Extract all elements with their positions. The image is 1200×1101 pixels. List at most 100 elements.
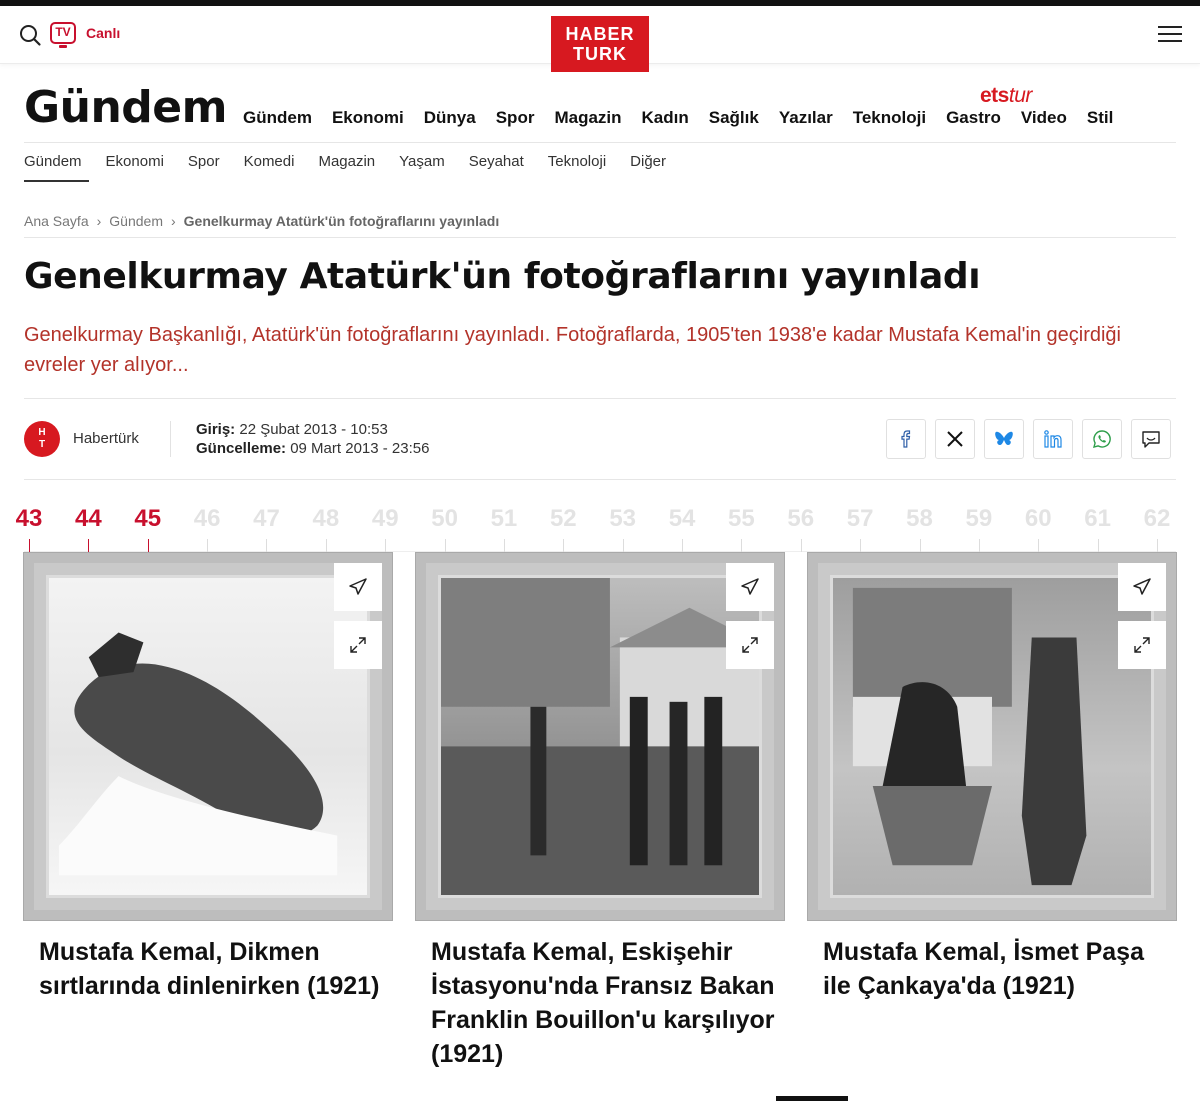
haberturk-logo[interactable]: HABER TURK — [551, 16, 649, 72]
pager-tick — [563, 539, 565, 552]
sub-nav: Gündem Ekonomi Spor Komedi Magazin Yaşam… — [24, 153, 690, 170]
pager-page-59[interactable]: 59 — [954, 505, 1004, 533]
pager-page-62[interactable]: 62 — [1132, 505, 1182, 533]
sub-nav-spor[interactable]: Spor — [188, 153, 220, 170]
pager-page-53[interactable]: 53 — [598, 505, 648, 533]
pager-page-48[interactable]: 48 — [301, 505, 351, 533]
main-nav-magazin[interactable]: Magazin — [554, 108, 621, 128]
pager-page-46[interactable]: 46 — [182, 505, 232, 533]
share-facebook-button[interactable] — [886, 419, 926, 459]
pager-page-43[interactable]: 43 — [4, 505, 54, 533]
pager-page-52[interactable]: 52 — [538, 505, 588, 533]
pager-page-45[interactable]: 45 — [123, 505, 173, 533]
main-nav-kadin[interactable]: Kadın — [642, 108, 689, 128]
share-photo-button[interactable] — [1118, 563, 1166, 611]
pager-page-47[interactable]: 47 — [241, 505, 291, 533]
etstur-logo[interactable]: etstur — [980, 84, 1032, 108]
divider — [24, 142, 1176, 143]
expand-icon — [1134, 637, 1150, 653]
pager-page-54[interactable]: 54 — [657, 505, 707, 533]
gallery-pager: 43 44 45 46 47 48 49 50 51 52 53 54 55 56 57 58 59 60 61 62 — [16, 505, 1176, 552]
pager-page-50[interactable]: 50 — [420, 505, 470, 533]
entry-date-label: Giriş: — [196, 421, 236, 438]
gallery-card: Mustafa Kemal, Eskişehir İstasyonu'nda F… — [415, 552, 785, 1071]
pager-page-57[interactable]: 57 — [835, 505, 885, 533]
pager-tick — [1038, 539, 1040, 552]
share-x-button[interactable] — [935, 419, 975, 459]
pager-tick — [207, 539, 209, 552]
entry-date-value: 22 Şubat 2013 - 10:53 — [239, 421, 388, 438]
sub-nav-komedi[interactable]: Komedi — [244, 153, 295, 170]
pager-page-49[interactable]: 49 — [360, 505, 410, 533]
sub-nav-seyahat[interactable]: Seyahat — [469, 153, 524, 170]
sub-nav-ekonomi[interactable]: Ekonomi — [106, 153, 164, 170]
pager-tick — [978, 539, 980, 552]
pager-tick — [741, 539, 743, 552]
gallery-card: Mustafa Kemal, Dikmen sırtlarında dinlen… — [23, 552, 393, 1003]
pager-tick — [1097, 539, 1099, 552]
pager-tick — [622, 539, 624, 552]
author-avatar[interactable]: H T — [24, 421, 60, 457]
pager-page-56[interactable]: 56 — [776, 505, 826, 533]
main-nav-video[interactable]: Video — [1021, 108, 1067, 128]
site-header: TV Canlı HABER TURK — [0, 6, 1200, 72]
main-nav-gundem[interactable]: Gündem — [243, 108, 312, 128]
main-nav-dunya[interactable]: Dünya — [424, 108, 476, 128]
main-nav-saglik[interactable]: Sağlık — [709, 108, 759, 128]
pager-baseline — [24, 551, 1176, 552]
breadcrumb: Ana Sayfa › Gündem › Genelkurmay Atatürk… — [24, 213, 499, 229]
sub-nav-diger[interactable]: Diğer — [630, 153, 666, 170]
pager-page-51[interactable]: 51 — [479, 505, 529, 533]
gallery-photo[interactable] — [807, 552, 1177, 921]
divider — [24, 237, 1176, 238]
pager-tick — [800, 539, 802, 552]
sub-nav-active-indicator — [24, 180, 89, 182]
pager-page-55[interactable]: 55 — [716, 505, 766, 533]
sub-nav-yasam[interactable]: Yaşam — [399, 153, 445, 170]
main-nav-stil[interactable]: Stil — [1087, 108, 1113, 128]
article-spot: Genelkurmay Başkanlığı, Atatürk'ün fotoğ… — [24, 324, 1122, 376]
share-whatsapp-button[interactable] — [1082, 419, 1122, 459]
breadcrumb-home[interactable]: Ana Sayfa — [24, 213, 89, 229]
photo-placeholder — [441, 578, 759, 895]
photo-placeholder — [58, 632, 338, 876]
bottom-scroll-indicator — [776, 1096, 848, 1101]
share-bluesky-button[interactable] — [984, 419, 1024, 459]
gallery-photo[interactable] — [415, 552, 785, 921]
main-nav-teknoloji[interactable]: Teknoloji — [853, 108, 926, 128]
divider — [24, 479, 1176, 480]
live-link[interactable]: Canlı — [86, 25, 120, 41]
sub-nav-magazin[interactable]: Magazin — [318, 153, 375, 170]
expand-photo-button[interactable] — [1118, 621, 1166, 669]
pager-page-44[interactable]: 44 — [63, 505, 113, 533]
sub-nav-gundem[interactable]: Gündem — [24, 153, 82, 170]
send-icon — [349, 578, 367, 595]
pager-page-60[interactable]: 60 — [1013, 505, 1063, 533]
share-comment-button[interactable] — [1131, 419, 1171, 459]
main-nav-ekonomi[interactable]: Ekonomi — [332, 108, 404, 128]
gallery-photo[interactable] — [23, 552, 393, 921]
share-photo-button[interactable] — [726, 563, 774, 611]
main-nav-spor[interactable]: Spor — [496, 108, 535, 128]
chevron-right-icon: › — [96, 213, 102, 229]
pager-page-58[interactable]: 58 — [895, 505, 945, 533]
breadcrumb-gundem[interactable]: Gündem — [109, 213, 163, 229]
share-photo-button[interactable] — [334, 563, 382, 611]
facebook-icon — [901, 430, 911, 448]
expand-photo-button[interactable] — [726, 621, 774, 669]
chevron-right-icon: › — [170, 213, 176, 229]
pager-page-61[interactable]: 61 — [1073, 505, 1123, 533]
article-headline: Genelkurmay Atatürk'ün fotoğraflarını ya… — [24, 256, 981, 297]
comment-icon — [1142, 431, 1160, 448]
sub-nav-teknoloji[interactable]: Teknoloji — [548, 153, 606, 170]
share-linkedin-button[interactable] — [1033, 419, 1073, 459]
expand-photo-button[interactable] — [334, 621, 382, 669]
update-date-value: 09 Mart 2013 - 23:56 — [290, 440, 430, 457]
hamburger-menu-icon[interactable] — [1158, 26, 1182, 46]
author-name[interactable]: Habertürk — [73, 430, 139, 447]
main-nav-gastro[interactable]: Gastro — [946, 108, 1001, 128]
tv-icon[interactable]: TV — [50, 22, 76, 48]
search-icon[interactable] — [18, 23, 42, 47]
main-nav-yazilar[interactable]: Yazılar — [779, 108, 833, 128]
update-date-label: Güncelleme: — [196, 440, 287, 457]
